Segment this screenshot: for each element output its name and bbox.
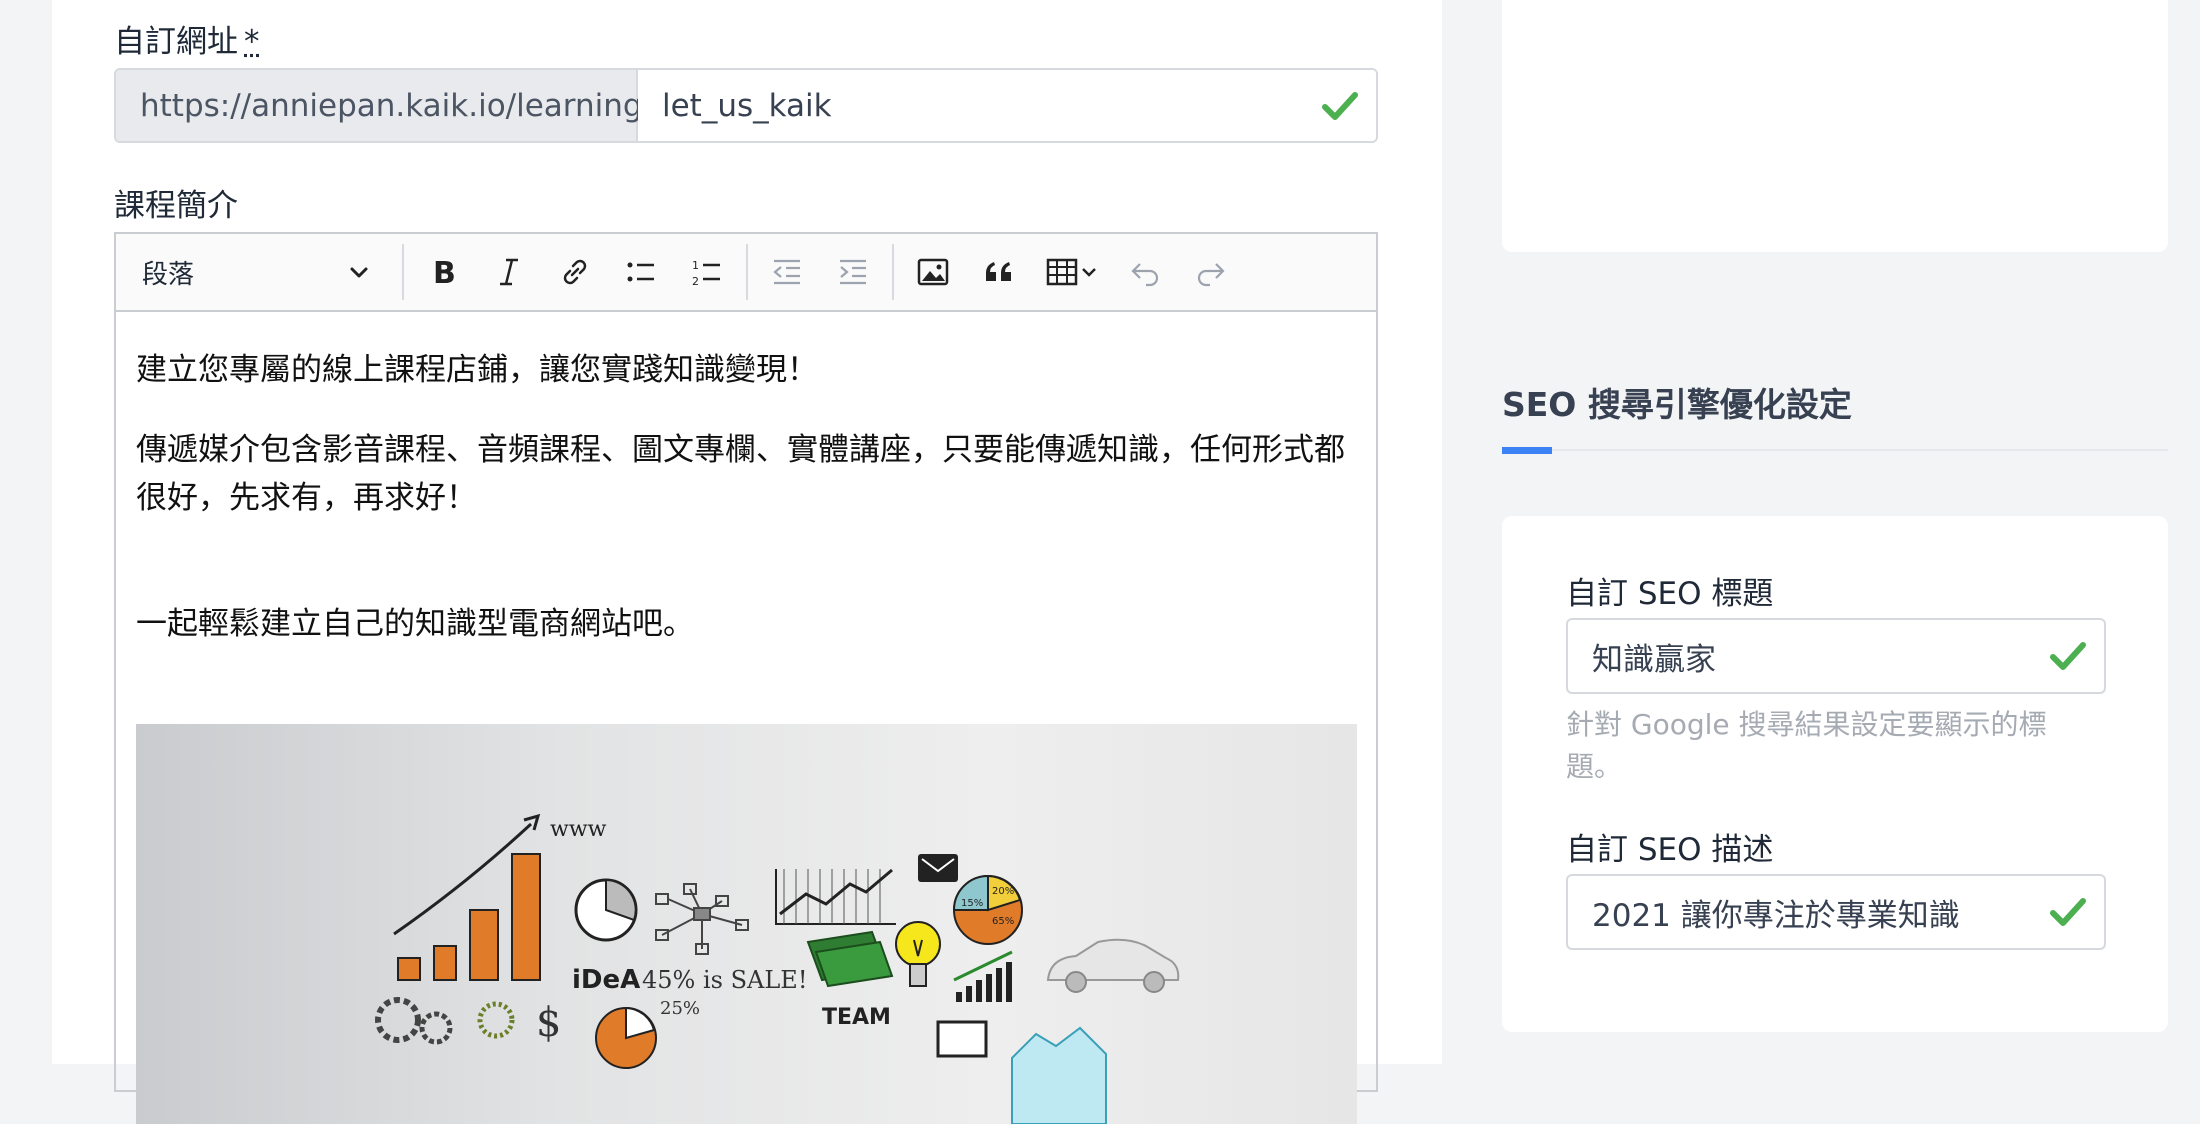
quote-icon <box>986 262 1011 281</box>
content-paragraph: 建立您專屬的線上課程店鋪，讓您實踐知識變現！ <box>136 352 818 388</box>
link-icon <box>563 259 587 285</box>
dollar-sign: $ <box>536 1000 561 1046</box>
seo-title-input[interactable] <box>1566 618 2106 694</box>
undo-button[interactable] <box>1112 234 1178 310</box>
section-accent-bar <box>1502 447 1552 454</box>
italic-icon <box>500 258 518 286</box>
chevron-down-icon <box>350 267 368 278</box>
business-illustration: www 20% 15% 65% iDeA 45% is SALE! 25% TE… <box>375 813 1180 1124</box>
svg-text:B: B <box>433 256 456 289</box>
image-icon <box>917 258 949 286</box>
heading-select[interactable]: 段落 <box>116 234 396 310</box>
link-button[interactable] <box>542 234 608 310</box>
valid-check-icon <box>2050 898 2086 926</box>
insert-table-button[interactable] <box>1032 234 1112 310</box>
content-image[interactable]: www 20% 15% 65% iDeA 45% is SALE! 25% TE… <box>136 724 1357 1124</box>
growth-chart-illustration <box>953 950 1013 1002</box>
pie-label: 20% <box>992 886 1014 897</box>
seo-title-label: 自訂 SEO 標題 <box>1566 576 1774 612</box>
svg-text:1: 1 <box>692 259 699 272</box>
block-quote-button[interactable] <box>966 234 1032 310</box>
www-text: www <box>550 817 607 842</box>
toolbar-separator <box>892 244 894 300</box>
bulleted-list-button[interactable] <box>608 234 674 310</box>
section-divider <box>1502 449 2168 451</box>
gears-illustration: $ <box>375 997 561 1046</box>
seo-section-title: SEO 搜尋引擎優化設定 <box>1502 385 1852 424</box>
chevron-down-icon <box>1082 268 1096 277</box>
table-icon <box>1046 258 1078 286</box>
italic-button[interactable] <box>476 234 542 310</box>
required-mark: * <box>244 24 260 60</box>
custom-url-input[interactable] <box>638 70 1376 141</box>
indent-icon <box>840 259 866 285</box>
numbered-list-button[interactable]: 12 <box>674 234 740 310</box>
orange-pie-illustration <box>595 1006 657 1069</box>
outdent-icon <box>773 259 800 285</box>
monitor-illustration <box>936 1020 988 1058</box>
network-illustration <box>655 883 749 955</box>
percent-text: 25% <box>660 998 700 1019</box>
team-text: TEAM <box>822 1005 891 1030</box>
pie-label: 15% <box>961 898 983 909</box>
bold-button[interactable]: B <box>410 234 476 310</box>
custom-url-input-group: https://anniepan.kaik.io/learning/ <box>114 68 1378 143</box>
pie-illustration <box>574 878 638 942</box>
editor-content[interactable]: 建立您專屬的線上課程店鋪，讓您實踐知識變現！ 傳遞媒介包含影音課程、音頻課程、圖… <box>116 312 1376 648</box>
valid-check-icon <box>1322 92 1358 120</box>
indent-button[interactable] <box>820 234 886 310</box>
seo-title-help-text: 針對 Google 搜尋結果設定要顯示的標題。 <box>1566 708 2047 783</box>
valid-check-icon <box>2050 642 2086 670</box>
pie-label: 65% <box>992 916 1014 927</box>
seo-description-label: 自訂 SEO 描述 <box>1566 832 1774 868</box>
course-intro-label: 課程簡介 <box>114 188 238 224</box>
svg-text:2: 2 <box>692 275 699 288</box>
area-chart-illustration <box>1011 1026 1107 1124</box>
outdent-button[interactable] <box>754 234 820 310</box>
lightbulb-illustration <box>895 921 941 987</box>
envelope-illustration <box>918 854 958 882</box>
numbered-list-icon: 12 <box>692 259 720 288</box>
rich-text-editor: 段落 B 12 建立您專屬的線上課程店鋪，讓您實踐知識變現！ 傳遞媒介包含影音課… <box>114 232 1378 1124</box>
bulleted-list-icon <box>627 262 654 282</box>
sidebar-card <box>1502 0 2168 252</box>
toolbar-separator <box>402 244 404 300</box>
content-paragraph: 一起輕鬆建立自己的知識型電商網站吧。 <box>136 606 694 642</box>
sale-text: 45% is SALE! <box>642 966 807 994</box>
redo-icon <box>1197 263 1225 287</box>
editor-toolbar: 段落 B 12 <box>116 234 1376 312</box>
custom-url-label: 自訂網址 * <box>114 24 260 60</box>
heading-select-value: 段落 <box>142 259 195 290</box>
toolbar-separator <box>746 244 748 300</box>
line-chart-illustration <box>775 868 896 925</box>
idea-text: iDeA <box>572 965 640 995</box>
seo-description-input[interactable] <box>1566 874 2106 950</box>
bold-icon: B <box>433 256 456 289</box>
money-illustration <box>806 930 894 988</box>
undo-icon <box>1131 263 1159 287</box>
seo-settings-card: 自訂 SEO 標題 針對 Google 搜尋結果設定要顯示的標題。 自訂 SEO… <box>1502 516 2168 1032</box>
url-prefix: https://anniepan.kaik.io/learning/ <box>116 70 653 141</box>
bar-chart-illustration: www <box>393 813 607 981</box>
redo-button[interactable] <box>1178 234 1244 310</box>
content-paragraph: 傳遞媒介包含影音課程、音頻課程、圖文專欄、實體講座，只要能傳遞知識，任何形式都很… <box>136 432 1345 516</box>
insert-image-button[interactable] <box>900 234 966 310</box>
car-illustration <box>1046 938 1180 993</box>
percentage-pie-illustration: 20% 15% 65% <box>952 874 1023 945</box>
